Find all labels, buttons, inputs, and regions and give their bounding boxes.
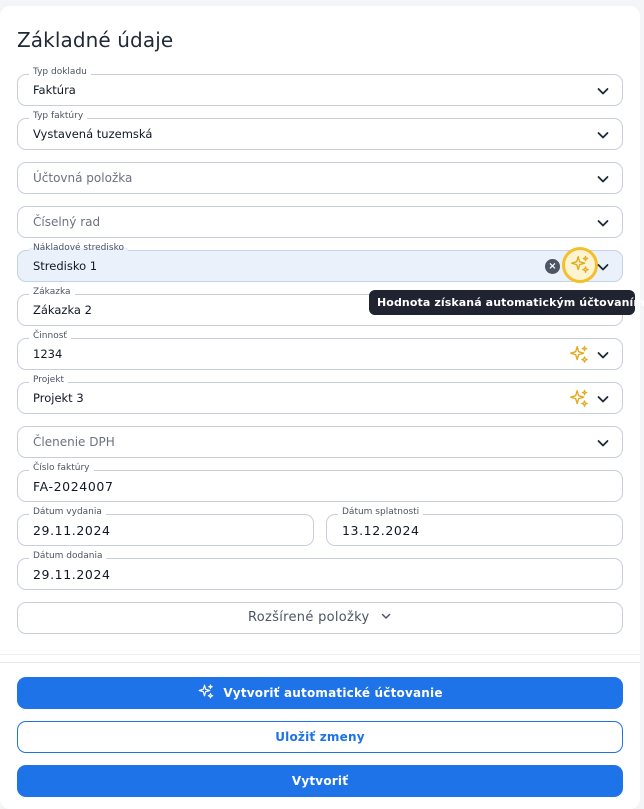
- document-type-select[interactable]: Typ dokladu Faktúra: [17, 66, 623, 106]
- invoice-number-input[interactable]: Číslo faktúry FA-2024007: [17, 462, 623, 502]
- advanced-items-toggle[interactable]: Rozšírené položky: [17, 602, 623, 634]
- due-date-input[interactable]: Dátum splatnosti 13.12.2024: [326, 506, 623, 546]
- basic-info-panel: Základné údaje Typ dokladu Faktúra Typ f…: [0, 6, 640, 809]
- advanced-items-label: Rozšírené položky: [248, 610, 370, 625]
- field-value: FA-2024007: [33, 479, 114, 494]
- field-label: Typ faktúry: [29, 110, 88, 122]
- field-value: Vystavená tuzemská: [33, 127, 153, 141]
- chevron-down-icon[interactable]: [596, 348, 610, 362]
- auto-posting-tooltip: Hodnota získaná automatickým účtovaním: [369, 290, 644, 315]
- field-label: Činnosť: [29, 330, 71, 342]
- chevron-down-icon[interactable]: [596, 216, 610, 230]
- save-changes-button[interactable]: Uložiť zmeny: [17, 721, 623, 753]
- number-series-select[interactable]: Číselný rad: [17, 206, 623, 238]
- field-label: Nákladové stredisko: [29, 242, 128, 254]
- chevron-down-icon: [381, 613, 391, 619]
- field-value: Zákazka 2: [33, 303, 92, 317]
- field-label: Typ dokladu: [29, 66, 91, 78]
- chevron-down-icon[interactable]: [596, 128, 610, 142]
- field-value: 29.11.2024: [33, 567, 111, 582]
- field-value: Faktúra: [33, 83, 76, 97]
- vat-breakdown-select[interactable]: Členenie DPH: [17, 426, 623, 458]
- field-placeholder: Číselný rad: [33, 215, 101, 229]
- delivery-date-input[interactable]: Dátum dodania 29.11.2024: [17, 550, 623, 590]
- create-auto-posting-button[interactable]: Vytvoriť automatické účtovanie: [17, 677, 623, 709]
- field-value: 13.12.2024: [342, 523, 420, 538]
- sparkles-icon: [571, 255, 589, 273]
- activity-select[interactable]: Činnosť 1234: [17, 330, 623, 370]
- sparkles-icon: [570, 345, 588, 363]
- field-label: Dátum dodania: [29, 550, 107, 562]
- create-button[interactable]: Vytvoriť: [17, 765, 623, 797]
- field-value: 29.11.2024: [33, 523, 111, 538]
- chevron-down-icon[interactable]: [596, 436, 610, 450]
- chevron-down-icon[interactable]: [596, 172, 610, 186]
- field-label: Číslo faktúry: [29, 462, 94, 474]
- chevron-down-icon[interactable]: [596, 260, 610, 274]
- field-value: 1234: [33, 347, 63, 361]
- section-title: Základné údaje: [17, 28, 174, 52]
- clear-icon[interactable]: ×: [545, 259, 560, 274]
- cost-center-select[interactable]: Nákladové stredisko Stredisko 1 ×: [17, 242, 623, 283]
- auto-posting-indicator[interactable]: [562, 247, 598, 283]
- field-value: Stredisko 1: [33, 259, 98, 273]
- divider: [0, 662, 640, 663]
- divider: [0, 654, 640, 655]
- invoice-type-select[interactable]: Typ faktúry Vystavená tuzemská: [17, 110, 623, 150]
- sparkles-icon: [570, 389, 588, 407]
- field-label: Dátum splatnosti: [338, 506, 424, 518]
- create-auto-posting-label: Vytvoriť automatické účtovanie: [223, 686, 443, 700]
- account-item-select[interactable]: Účtovná položka: [17, 162, 623, 194]
- field-placeholder: Účtovná položka: [33, 171, 133, 185]
- field-value: Projekt 3: [33, 391, 84, 405]
- field-label: Projekt: [29, 374, 69, 386]
- save-changes-label: Uložiť zmeny: [275, 730, 365, 744]
- issue-date-input[interactable]: Dátum vydania 29.11.2024: [17, 506, 314, 546]
- chevron-down-icon[interactable]: [596, 392, 610, 406]
- project-select[interactable]: Projekt Projekt 3: [17, 374, 623, 414]
- field-label: Dátum vydania: [29, 506, 106, 518]
- create-label: Vytvoriť: [291, 774, 349, 788]
- field-label: Zákazka: [29, 286, 75, 298]
- field-placeholder: Členenie DPH: [33, 435, 115, 449]
- sparkles-icon: [198, 684, 214, 699]
- chevron-down-icon[interactable]: [596, 84, 610, 98]
